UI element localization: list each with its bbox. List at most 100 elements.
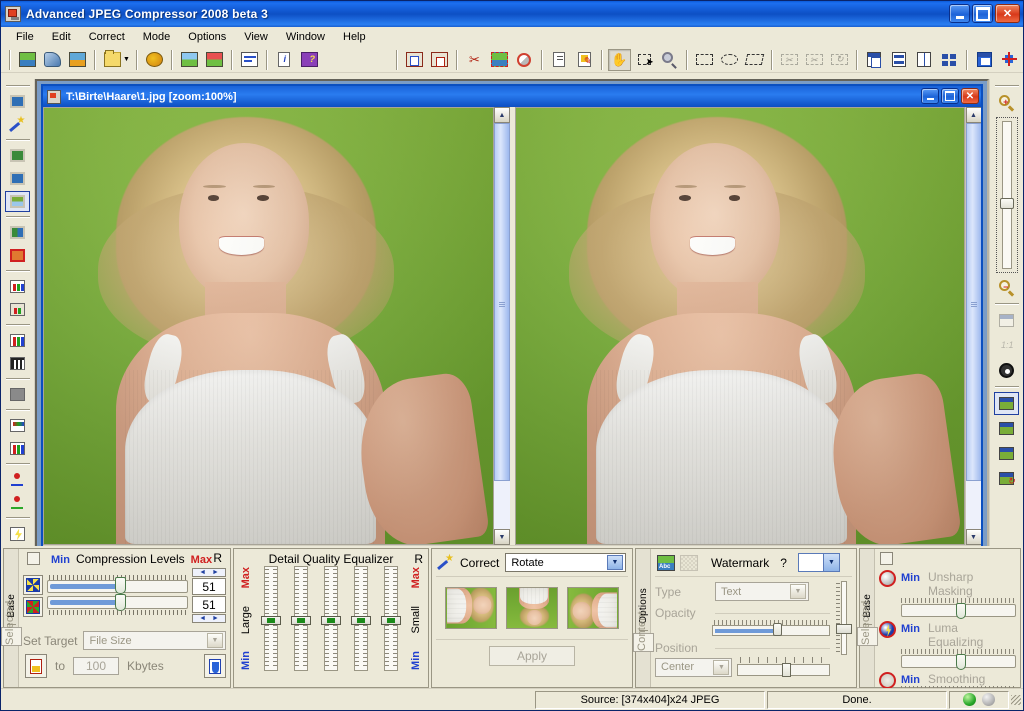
luminance-value[interactable]: 51 [192,578,226,595]
watermark-horizontal-slider[interactable] [737,657,830,677]
view-mode-1-icon[interactable] [994,392,1019,415]
luma-equalizing-icon[interactable] [879,621,896,638]
zoom-out-icon[interactable]: − [994,276,1019,299]
scroll-down-icon[interactable]: ▼ [494,529,510,545]
child-close-button[interactable]: ✕ [961,88,979,104]
watermark-help-icon[interactable]: ? [780,556,787,570]
menu-window[interactable]: Window [277,29,334,45]
apply-button[interactable]: Apply [489,646,575,666]
channels-icon[interactable] [5,384,30,405]
clear-selection-icon[interactable]: ✂ [803,49,826,71]
save-image-icon[interactable] [178,49,201,71]
smoothing-icon[interactable] [879,672,896,689]
zoom-100-icon[interactable]: 1:1 [994,334,1019,357]
color-bars-icon[interactable] [5,330,30,351]
minimize-button[interactable] [949,4,970,23]
watermark-vertical-slider[interactable] [836,581,852,655]
fit-window-icon[interactable] [994,309,1019,332]
open-image-icon[interactable] [16,49,39,71]
scroll-thumb[interactable] [965,123,981,481]
view-mode-2-icon[interactable] [994,417,1019,440]
watermark-text-icon[interactable] [657,554,675,571]
result-vertical-scrollbar[interactable]: ▲ ▼ [965,107,981,545]
menu-edit[interactable]: Edit [43,29,80,45]
rotate-180-thumb[interactable] [505,587,558,629]
target-value-input[interactable]: 100 [73,657,120,675]
watermark-mode-select[interactable]: ▼ [797,553,840,572]
preview-monitor-icon[interactable] [5,191,30,212]
cascade-icon[interactable] [863,49,886,71]
watermark-position-select[interactable]: Center ▼ [655,657,733,677]
filters-checkbox[interactable] [880,552,893,565]
magic-wand-icon[interactable] [5,114,30,135]
cut-icon[interactable]: ✂ [463,49,486,71]
palette-icon[interactable] [5,415,30,436]
center-view-icon[interactable] [998,49,1021,71]
luminance-slider[interactable] [47,574,188,595]
artifact-up-icon[interactable] [5,469,30,490]
zoom-in-icon[interactable]: + [994,91,1019,114]
scroll-thumb[interactable] [494,123,510,481]
close-button[interactable]: ✕ [995,4,1020,23]
rotate-right-thumb[interactable] [567,587,620,629]
eq-band-2[interactable] [288,566,314,671]
refresh-selection-icon[interactable]: ↻ [828,49,851,71]
scroll-up-icon[interactable]: ▲ [494,107,510,123]
rect-select-icon[interactable] [693,49,716,71]
lasso-select-icon[interactable] [743,49,766,71]
arrange-icons-icon[interactable] [938,49,961,71]
eq-band-1[interactable] [258,566,284,671]
scroll-track[interactable] [494,123,510,529]
save-all-icon[interactable] [203,49,226,71]
batch-icon[interactable] [238,49,261,71]
save-preset-icon[interactable] [5,168,30,189]
download-image-icon[interactable] [66,49,89,71]
tile-vertical-icon[interactable] [913,49,936,71]
rgb-levels-icon[interactable] [5,438,30,459]
child-maximize-button[interactable] [941,88,959,104]
rotate-left-thumb[interactable] [444,587,497,629]
gray-bars-icon[interactable] [5,353,30,374]
target-type-select[interactable]: File Size ▼ [83,631,226,650]
eq-band-3[interactable] [318,566,344,671]
chrominance-spinner[interactable]: ◄ ► [192,614,226,623]
copy-icon[interactable] [403,49,426,71]
undo-red-icon[interactable]: ✎ [573,49,596,71]
zoom-tool-icon[interactable] [658,49,681,71]
chrominance-value[interactable]: 51 [192,596,226,613]
target-apply-button[interactable] [25,654,47,678]
open-source-icon[interactable] [5,91,30,112]
source-vertical-scrollbar[interactable]: ▲ ▼ [493,107,510,545]
scroll-up-icon[interactable]: ▲ [965,107,981,123]
menu-help[interactable]: Help [334,29,375,45]
maximize-button[interactable] [972,4,993,23]
menu-mode[interactable]: Mode [134,29,180,45]
lightning-icon[interactable] [5,523,30,544]
chrominance-slider[interactable] [47,593,188,617]
watermark-type-select[interactable]: Text ▼ [715,582,809,601]
watermark-image-icon[interactable] [680,554,698,571]
unsharp-masking-slider[interactable] [901,603,1016,619]
load-preset-icon[interactable] [5,145,30,166]
correct-operation-select[interactable]: Rotate ▼ [505,553,626,572]
help-book-icon[interactable]: ? [298,49,321,71]
view-mode-3-icon[interactable] [994,442,1019,465]
menu-file[interactable]: File [7,29,43,45]
scroll-track[interactable] [965,123,981,529]
film-reel-icon[interactable] [994,359,1019,382]
web-image-icon[interactable] [143,49,166,71]
dropdown-arrow-icon[interactable]: ▼ [123,56,130,63]
status-resize-grip[interactable] [1011,694,1021,705]
unsharp-masking-icon[interactable] [879,570,896,587]
luma-equalizing-slider[interactable] [901,654,1016,670]
open-folder-icon[interactable] [101,49,124,71]
tile-horizontal-icon[interactable] [888,49,911,71]
difference-icon[interactable] [5,245,30,266]
result-image[interactable] [514,107,965,545]
histogram-window-icon[interactable] [5,299,30,320]
info-icon[interactable]: i [273,49,296,71]
source-image[interactable] [43,107,494,545]
menu-options[interactable]: Options [179,29,235,45]
histogram-rgb-icon[interactable] [5,276,30,297]
paste-icon[interactable] [428,49,451,71]
